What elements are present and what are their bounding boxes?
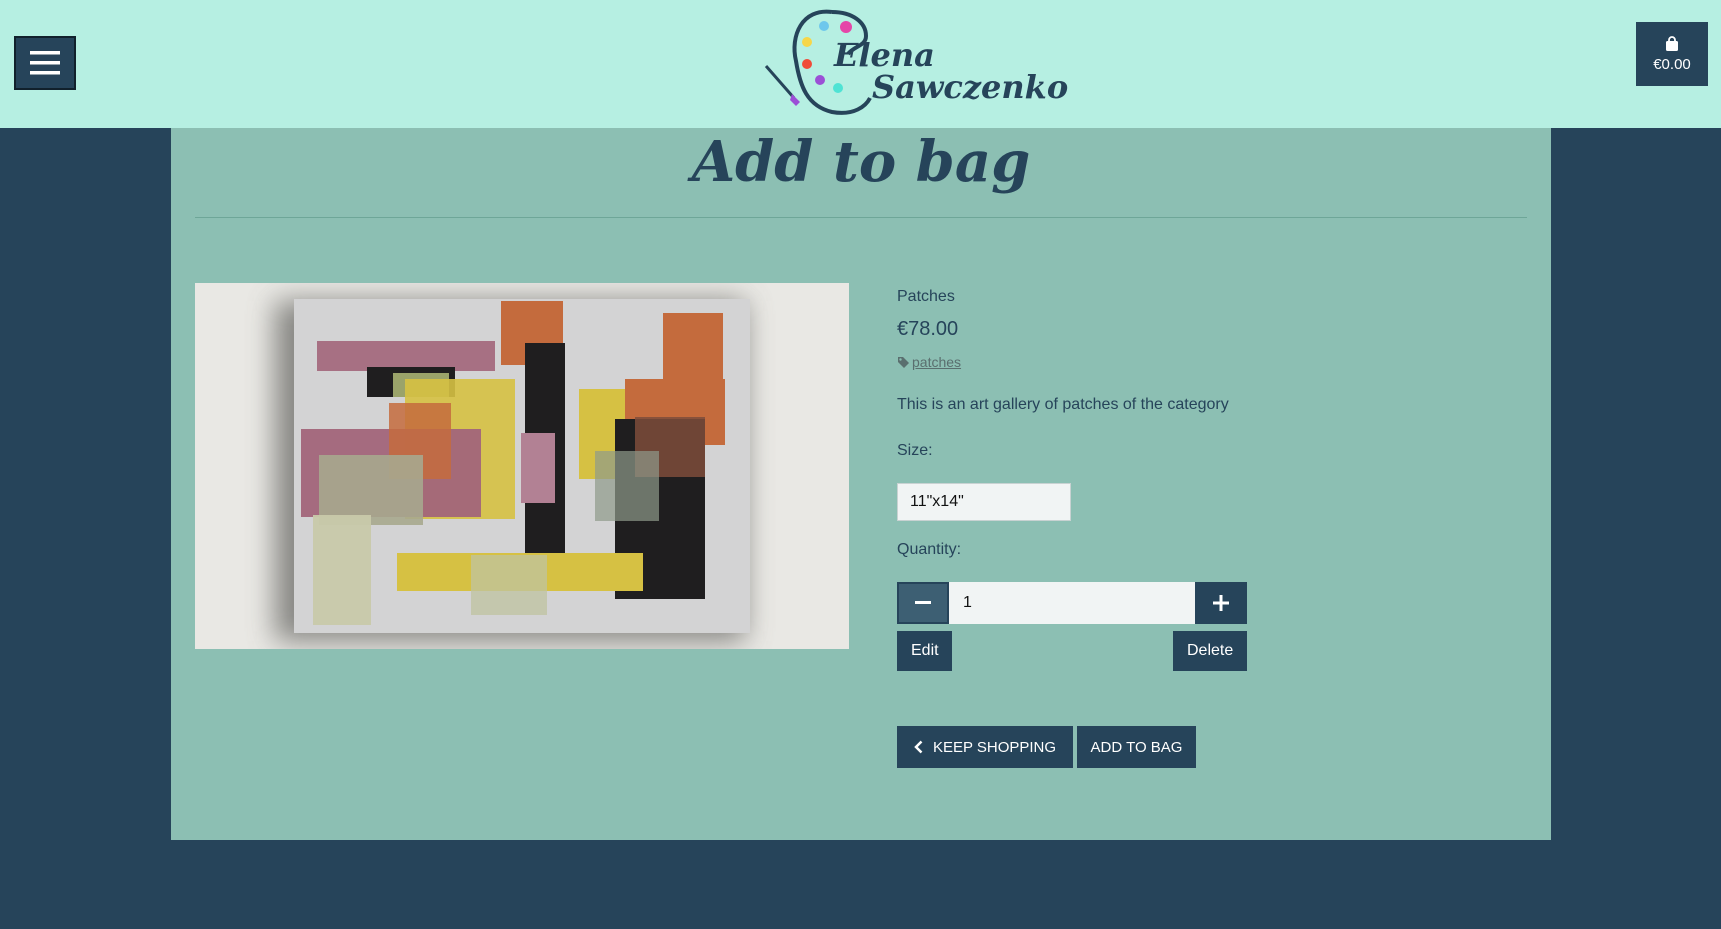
menu-button[interactable]	[14, 36, 76, 90]
tag-icon	[898, 356, 909, 368]
minus-icon	[915, 601, 931, 604]
shopping-bag-icon	[1666, 35, 1678, 51]
quantity-stepper	[897, 582, 1247, 624]
page-title: Add to bag	[691, 129, 1031, 195]
quantity-label: Quantity:	[897, 541, 962, 558]
add-to-bag-label: ADD TO BAG	[1090, 738, 1183, 756]
main-panel: Add to bag Patches €78.00 patches This i…	[171, 128, 1551, 840]
add-to-bag-button[interactable]: ADD TO BAG	[1077, 726, 1196, 768]
product-tag: patches	[897, 354, 961, 370]
increment-button[interactable]	[1195, 582, 1247, 624]
delete-button[interactable]: Delete	[1173, 631, 1247, 671]
quantity-input[interactable]	[949, 582, 1195, 624]
keep-shopping-button[interactable]: KEEP SHOPPING	[897, 726, 1073, 768]
plus-icon	[1213, 595, 1229, 611]
shopping-bag-button[interactable]: €0.00	[1636, 22, 1708, 86]
brand-name-last: Sawczenko	[872, 68, 1069, 106]
divider	[195, 217, 1527, 218]
bag-total: €0.00	[1653, 55, 1691, 73]
hamburger-icon	[30, 51, 60, 75]
product-price: €78.00	[897, 318, 959, 340]
product-description: This is an art gallery of patches of the…	[897, 396, 1229, 413]
size-label: Size:	[897, 442, 933, 459]
decrement-button[interactable]	[897, 582, 949, 624]
product-name: Patches	[897, 288, 955, 305]
size-field[interactable]	[897, 483, 1071, 521]
brand-logo[interactable]: Elena Sawczenko	[762, 6, 1068, 122]
product-tag-link[interactable]: patches	[912, 354, 961, 370]
artwork-patches	[275, 299, 750, 641]
keep-shopping-label: KEEP SHOPPING	[932, 738, 1057, 756]
site-header: Elena Sawczenko €0.00	[0, 0, 1721, 128]
product-image	[195, 283, 849, 649]
edit-button[interactable]: Edit	[897, 631, 952, 671]
chevron-left-icon	[914, 740, 923, 754]
